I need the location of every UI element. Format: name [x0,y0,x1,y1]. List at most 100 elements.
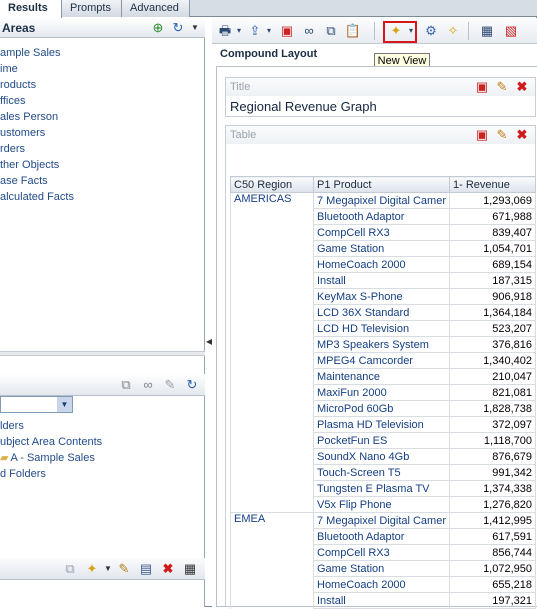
toolbar-separator [374,22,375,40]
copy-icon[interactable]: ⧉ [62,561,78,577]
revenue-cell: 906,918 [449,288,536,305]
product-cell[interactable]: CompCell RX3 [313,224,450,241]
catalog-item[interactable]: ubject Area Contents [0,434,102,450]
product-cell[interactable]: HomeCoach 2000 [313,256,450,273]
tab-prompts[interactable]: Prompts [62,0,122,17]
folder-select[interactable]: ▼ [0,396,73,413]
product-cell[interactable]: Tungsten E Plasma TV [313,480,450,497]
tab-label: Results [8,2,48,14]
catalog-item[interactable]: lders [0,418,24,434]
subject-area-item[interactable]: rders [0,141,25,157]
format-container-icon[interactable]: ▣ [474,127,490,143]
refresh-icon[interactable]: ↻ [170,20,186,36]
product-cell[interactable]: Plasma HD Television [313,416,450,433]
table-row: Bluetooth Adaptor 617,591 [230,528,536,545]
copy-icon[interactable]: ⧉ [118,377,134,393]
catalog-item[interactable]: ▰ A - Sample Sales [0,450,95,466]
product-cell[interactable]: MPEG4 Camcorder [313,352,450,369]
region-cell[interactable]: EMEA [230,512,314,529]
product-cell[interactable]: LCD HD Television [313,320,450,337]
binoculars-icon[interactable]: ∞ [300,23,318,39]
catalog-item[interactable]: d Folders [0,466,46,482]
product-cell[interactable]: MicroPod 60Gb [313,400,450,417]
subject-area-item[interactable]: alculated Facts [0,189,74,205]
tab-advanced[interactable]: Advanced [122,0,190,17]
add-subject-area-icon[interactable]: ⊕ [150,20,166,36]
product-cell[interactable]: Bluetooth Adaptor [313,528,450,545]
table-row: MaxiFun 2000 821,081 [230,384,536,401]
subject-area-item[interactable]: ales Person [0,109,58,125]
product-cell[interactable]: V5x Flip Phone [313,496,450,513]
product-cell[interactable]: Game Station [313,240,450,257]
table-row: SoundX Nano 4Gb 876,679 [230,448,536,465]
tab-results[interactable]: Results [0,0,62,18]
product-cell[interactable]: MP3 Speakers System [313,336,450,353]
subject-area-item[interactable]: ample Sales [0,45,61,61]
properties-icon[interactable]: ▤ [138,561,154,577]
table-row: LCD 36X Standard 1,364,184 [230,304,536,321]
revenue-cell: 523,207 [449,320,536,337]
format-container-icon[interactable]: ▣ [474,79,490,95]
column-header-product[interactable]: P1 Product [313,176,450,193]
subject-area-item[interactable]: ffices [0,93,25,109]
binoculars-icon[interactable]: ∞ [140,377,156,393]
region-cell [230,560,314,577]
product-cell[interactable]: Game Station [313,560,450,577]
product-cell[interactable]: Install [313,592,450,609]
revenue-cell: 1,364,184 [449,304,536,321]
column-header-revenue[interactable]: 1- Revenue [449,176,536,193]
table-row: KeyMax S-Phone 906,918 [230,288,536,305]
chevron-down-icon: ▼ [57,397,72,412]
product-cell[interactable]: Install [313,272,450,289]
calculator-icon[interactable]: ▦ [478,23,496,39]
subject-area-item[interactable]: ther Objects [0,157,59,173]
new-item-icon[interactable]: ✦ [84,561,100,577]
region-cell [230,432,314,449]
refresh-icon[interactable]: ↻ [184,377,200,393]
region-cell [230,336,314,353]
region-cell [230,528,314,545]
delete-icon[interactable]: ✖ [160,561,176,577]
subject-area-item[interactable]: ime [0,61,18,77]
product-cell[interactable]: PocketFun ES [313,432,450,449]
subject-area-item[interactable]: ase Facts [0,173,48,189]
subject-area-item[interactable]: ustomers [0,125,45,141]
subject-area-item[interactable]: roducts [0,77,36,93]
combine-icon[interactable]: ⚙ [422,23,440,39]
remove-view-icon[interactable]: ✖ [514,79,530,95]
remove-view-icon[interactable]: ✖ [514,127,530,143]
product-cell[interactable]: KeyMax S-Phone [313,288,450,305]
region-cell [230,272,314,289]
column-header-region[interactable]: C50 Region [230,176,314,193]
preview-icon[interactable]: ▣ [278,23,296,39]
copy-icon[interactable]: ⧉ [322,23,340,39]
region-cell[interactable]: AMERICAS [230,192,314,209]
product-cell[interactable]: CompCell RX3 [313,544,450,561]
filter-icon[interactable]: ▦ [182,561,198,577]
report-icon[interactable]: ▧ [502,23,520,39]
edit-icon[interactable]: ✎ [494,127,510,143]
edit-icon[interactable]: ✎ [494,79,510,95]
region-cell [230,464,314,481]
product-cell[interactable]: LCD 36X Standard [313,304,450,321]
toolbar-separator [468,22,469,40]
new-layout-icon[interactable]: ✧ [444,23,462,39]
revenue-cell: 655,218 [449,576,536,593]
panel-splitter[interactable] [0,351,205,356]
chevron-down-icon[interactable]: ▾ [260,23,278,39]
chevron-down-icon[interactable]: ▼ [100,561,116,577]
product-cell[interactable]: Maintenance [313,368,450,385]
product-cell[interactable]: Bluetooth Adaptor [313,208,450,225]
edit-icon[interactable]: ✎ [162,377,178,393]
revenue-cell: 1,072,950 [449,560,536,577]
product-cell[interactable]: Touch-Screen T5 [313,464,450,481]
product-cell[interactable]: HomeCoach 2000 [313,576,450,593]
edit-icon[interactable]: ✎ [116,561,132,577]
product-cell[interactable]: SoundX Nano 4Gb [313,448,450,465]
paste-icon[interactable]: 📋 [344,23,362,39]
product-cell[interactable]: 7 Megapixel Digital Camer [313,512,450,529]
chevron-down-icon[interactable]: ▼ [187,20,203,36]
product-cell[interactable]: MaxiFun 2000 [313,384,450,401]
product-cell[interactable]: 7 Megapixel Digital Camer [313,192,450,209]
catalog-item-label: ubject Area Contents [0,436,103,448]
